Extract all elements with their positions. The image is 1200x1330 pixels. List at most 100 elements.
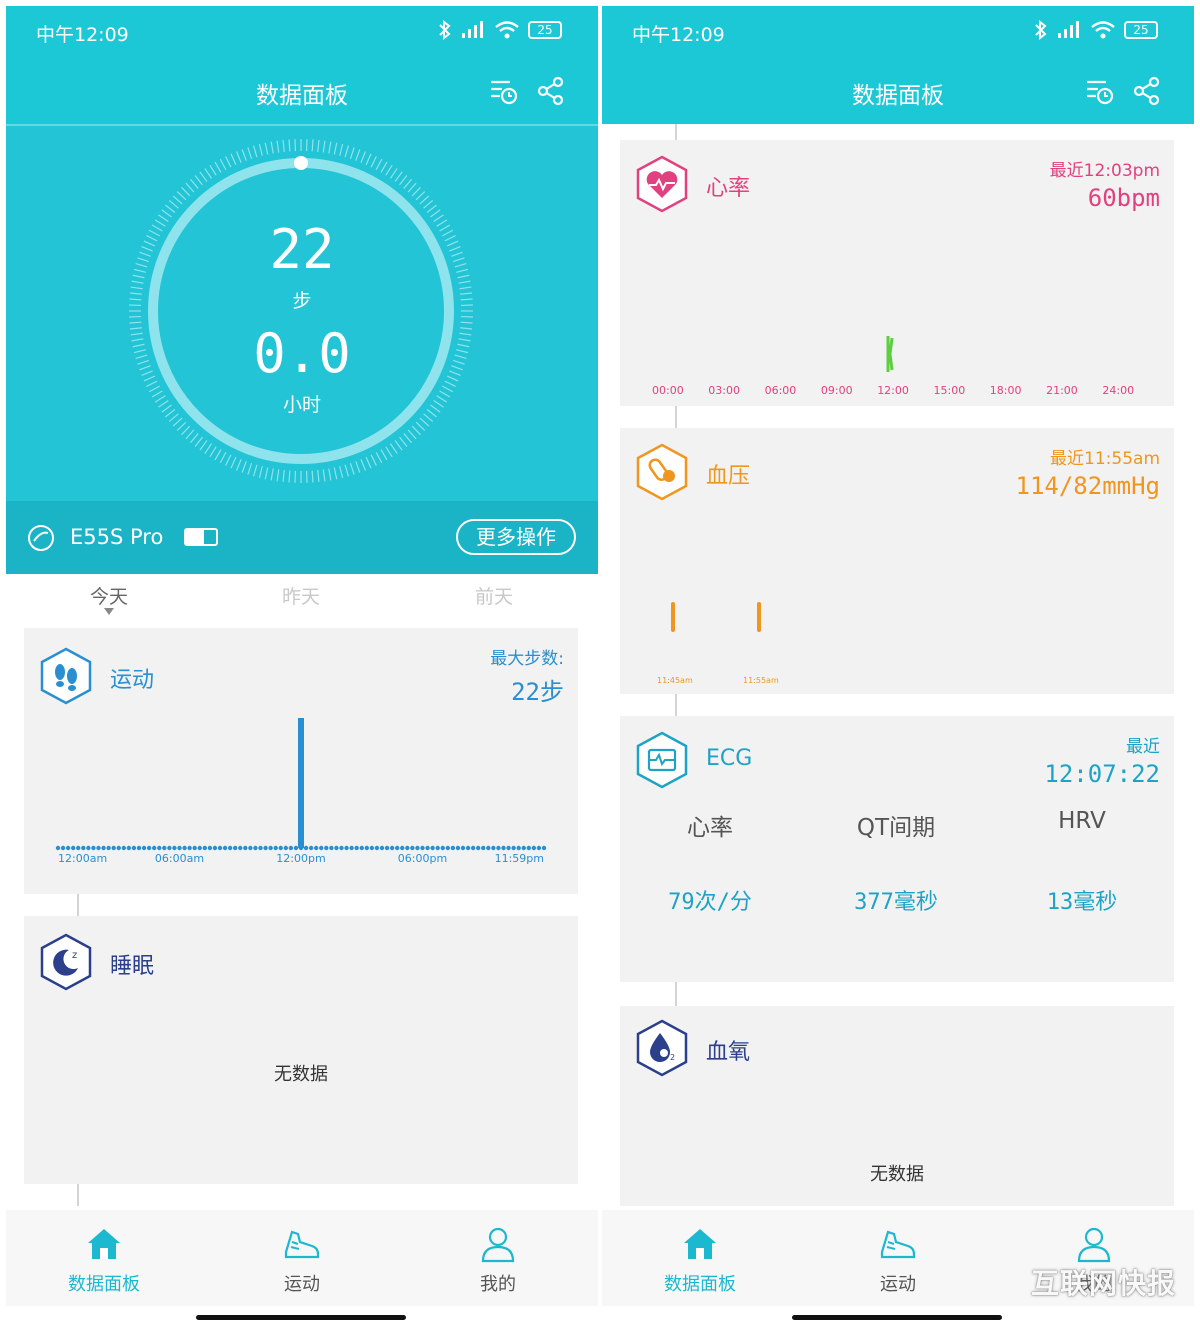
- ring-tick: [419, 195, 430, 205]
- ring-tick: [394, 171, 403, 182]
- ring-tick: [247, 147, 253, 160]
- ring-tick: [407, 429, 417, 440]
- chart-baseline-dot: [65, 845, 71, 851]
- chart-baseline-dot: [496, 845, 501, 851]
- chart-baseline-dot: [435, 845, 440, 851]
- nav-dashboard[interactable]: 数据面板: [34, 1224, 174, 1296]
- chart-baseline-dot: [511, 845, 516, 851]
- bluetooth-icon: [439, 20, 451, 40]
- nav-exercise[interactable]: 运动: [232, 1224, 372, 1296]
- ring-tick: [415, 421, 426, 431]
- ring-tick: [399, 436, 408, 447]
- ecg-col-head: 心率: [687, 815, 733, 841]
- bp-reading-mark: [757, 602, 761, 632]
- ring-tick: [380, 449, 388, 461]
- exercise-card[interactable]: 运动 最大步数: 22步 12:00am 06:00am 12:00pm 06:00p…: [24, 628, 578, 894]
- ring-tick: [276, 140, 280, 153]
- ring-tick: [214, 161, 222, 173]
- blood-pressure-card[interactable]: 血压 最近11:55am 114/82mmHg 11:45am 11:55am: [620, 428, 1174, 694]
- more-actions-button[interactable]: 更多操作: [456, 519, 576, 555]
- hero-step-unit: 步: [292, 290, 312, 312]
- hero-step-count: 22: [269, 218, 335, 281]
- chart-axis-label: 12:00am: [58, 852, 107, 865]
- nav-exercise[interactable]: 运动: [828, 1224, 968, 1296]
- heart-rate-axis-label: 12:00: [877, 384, 909, 397]
- chart-baseline-dot: [278, 845, 283, 851]
- ring-tick: [270, 141, 274, 154]
- chart-baseline-dot: [283, 845, 289, 851]
- heart-rate-card[interactable]: 心率 最近12:03pm 60bpm 00:00 03:00 06:00 09:00 1…: [620, 140, 1174, 406]
- ring-tick: [185, 182, 195, 193]
- chart-baseline-dot: [334, 845, 339, 851]
- blood-pressure-value: 114/82mmHg: [1015, 472, 1161, 500]
- home-indicator[interactable]: [196, 1315, 406, 1320]
- ring-tick: [317, 470, 320, 483]
- ring-tick: [253, 145, 258, 158]
- ring-tick: [328, 468, 332, 481]
- blood-pressure-recent-label: 最近11:55am: [1050, 449, 1160, 469]
- ring-tick: [204, 443, 213, 454]
- tab-day-before[interactable]: 前天: [444, 582, 544, 609]
- status-bar: 中午12:09 25: [6, 6, 598, 62]
- chart-baseline-dot: [536, 845, 542, 851]
- ring-tick: [204, 168, 213, 179]
- ring-tick: [209, 446, 217, 458]
- hero-hours-unit: 小时: [282, 394, 321, 416]
- ecg-col-head: HRV: [1058, 808, 1106, 834]
- ring-tick: [322, 469, 326, 482]
- app-header: 数据面板: [602, 62, 1194, 124]
- sleep-card[interactable]: z 睡眠 无数据: [24, 916, 578, 1184]
- nav-dashboard-label: 数据面板: [664, 1274, 736, 1295]
- chart-baseline-dot: [430, 845, 435, 851]
- ring-tick: [253, 464, 258, 477]
- ring-tick: [258, 466, 263, 479]
- ring-tick: [349, 147, 355, 160]
- ring-tick: [419, 417, 430, 427]
- right-phone-screen: 中午12:09 25 数据面板 心率 最近12:03pm 60bpm 00:00…: [602, 6, 1194, 1324]
- exercise-max-label: 最大步数:: [490, 649, 564, 669]
- ring-tick: [333, 467, 338, 480]
- nav-dashboard[interactable]: 数据面板: [630, 1224, 770, 1296]
- chart-baseline-dot: [197, 845, 202, 851]
- chart-baseline-dot: [455, 845, 461, 851]
- wifi-icon: [1091, 21, 1115, 39]
- tab-today[interactable]: 今天: [59, 582, 159, 609]
- share-icon[interactable]: [1132, 76, 1162, 106]
- home-indicator[interactable]: [792, 1315, 1002, 1320]
- chart-baseline-dot: [415, 845, 420, 851]
- ecg-col-value: 79次/分: [668, 890, 752, 915]
- ecg-recent-label: 最近: [1126, 737, 1160, 757]
- share-icon[interactable]: [536, 76, 566, 106]
- chart-baseline-dot: [263, 845, 268, 851]
- nav-profile[interactable]: 我的: [428, 1224, 568, 1296]
- chart-baseline-dot: [222, 845, 228, 851]
- ecg-hrv-col: HRV: [992, 808, 1172, 834]
- ecg-qt-col: QT间期: [806, 808, 986, 842]
- ring-tick: [189, 178, 199, 189]
- ring-tick: [161, 209, 172, 218]
- heart-rate-reading-mark: [886, 336, 894, 372]
- signal-icon: [462, 21, 483, 38]
- ring-tick: [360, 459, 366, 471]
- history-list-icon[interactable]: [1084, 76, 1114, 106]
- chart-baseline-dot: [70, 845, 76, 851]
- ring-tick: [282, 470, 285, 483]
- blood-oxygen-card[interactable]: 2 血氧 无数据: [620, 1006, 1174, 1206]
- ecg-col-value: 13毫秒: [1046, 890, 1118, 915]
- left-phone-screen: 中午12:09 25 数据面板 22 步 0.0 小时 E55S Pro 更多操…: [6, 6, 598, 1324]
- user-icon: [1077, 1227, 1111, 1263]
- sleep-nodata: 无数据: [274, 1064, 328, 1085]
- chart-baseline-dot: [243, 845, 248, 851]
- chart-baseline-dot: [486, 845, 491, 851]
- ecg-card[interactable]: ECG 最近 12:07:22 心率 QT间期 HRV 79次/分 377毫秒 …: [620, 716, 1174, 982]
- timeline-connector: [77, 1184, 79, 1206]
- tab-yesterday[interactable]: 昨天: [251, 582, 351, 609]
- ring-tick: [389, 168, 398, 179]
- exercise-step-chart: 12:00am 06:00am 12:00pm 06:00pm 11:59pm: [55, 718, 547, 865]
- ring-tick: [415, 191, 426, 201]
- history-list-icon[interactable]: [488, 76, 518, 106]
- ring-tick: [230, 456, 237, 469]
- ring-tick: [423, 199, 434, 209]
- ring-tick: [225, 156, 232, 168]
- ring-tick: [131, 280, 144, 284]
